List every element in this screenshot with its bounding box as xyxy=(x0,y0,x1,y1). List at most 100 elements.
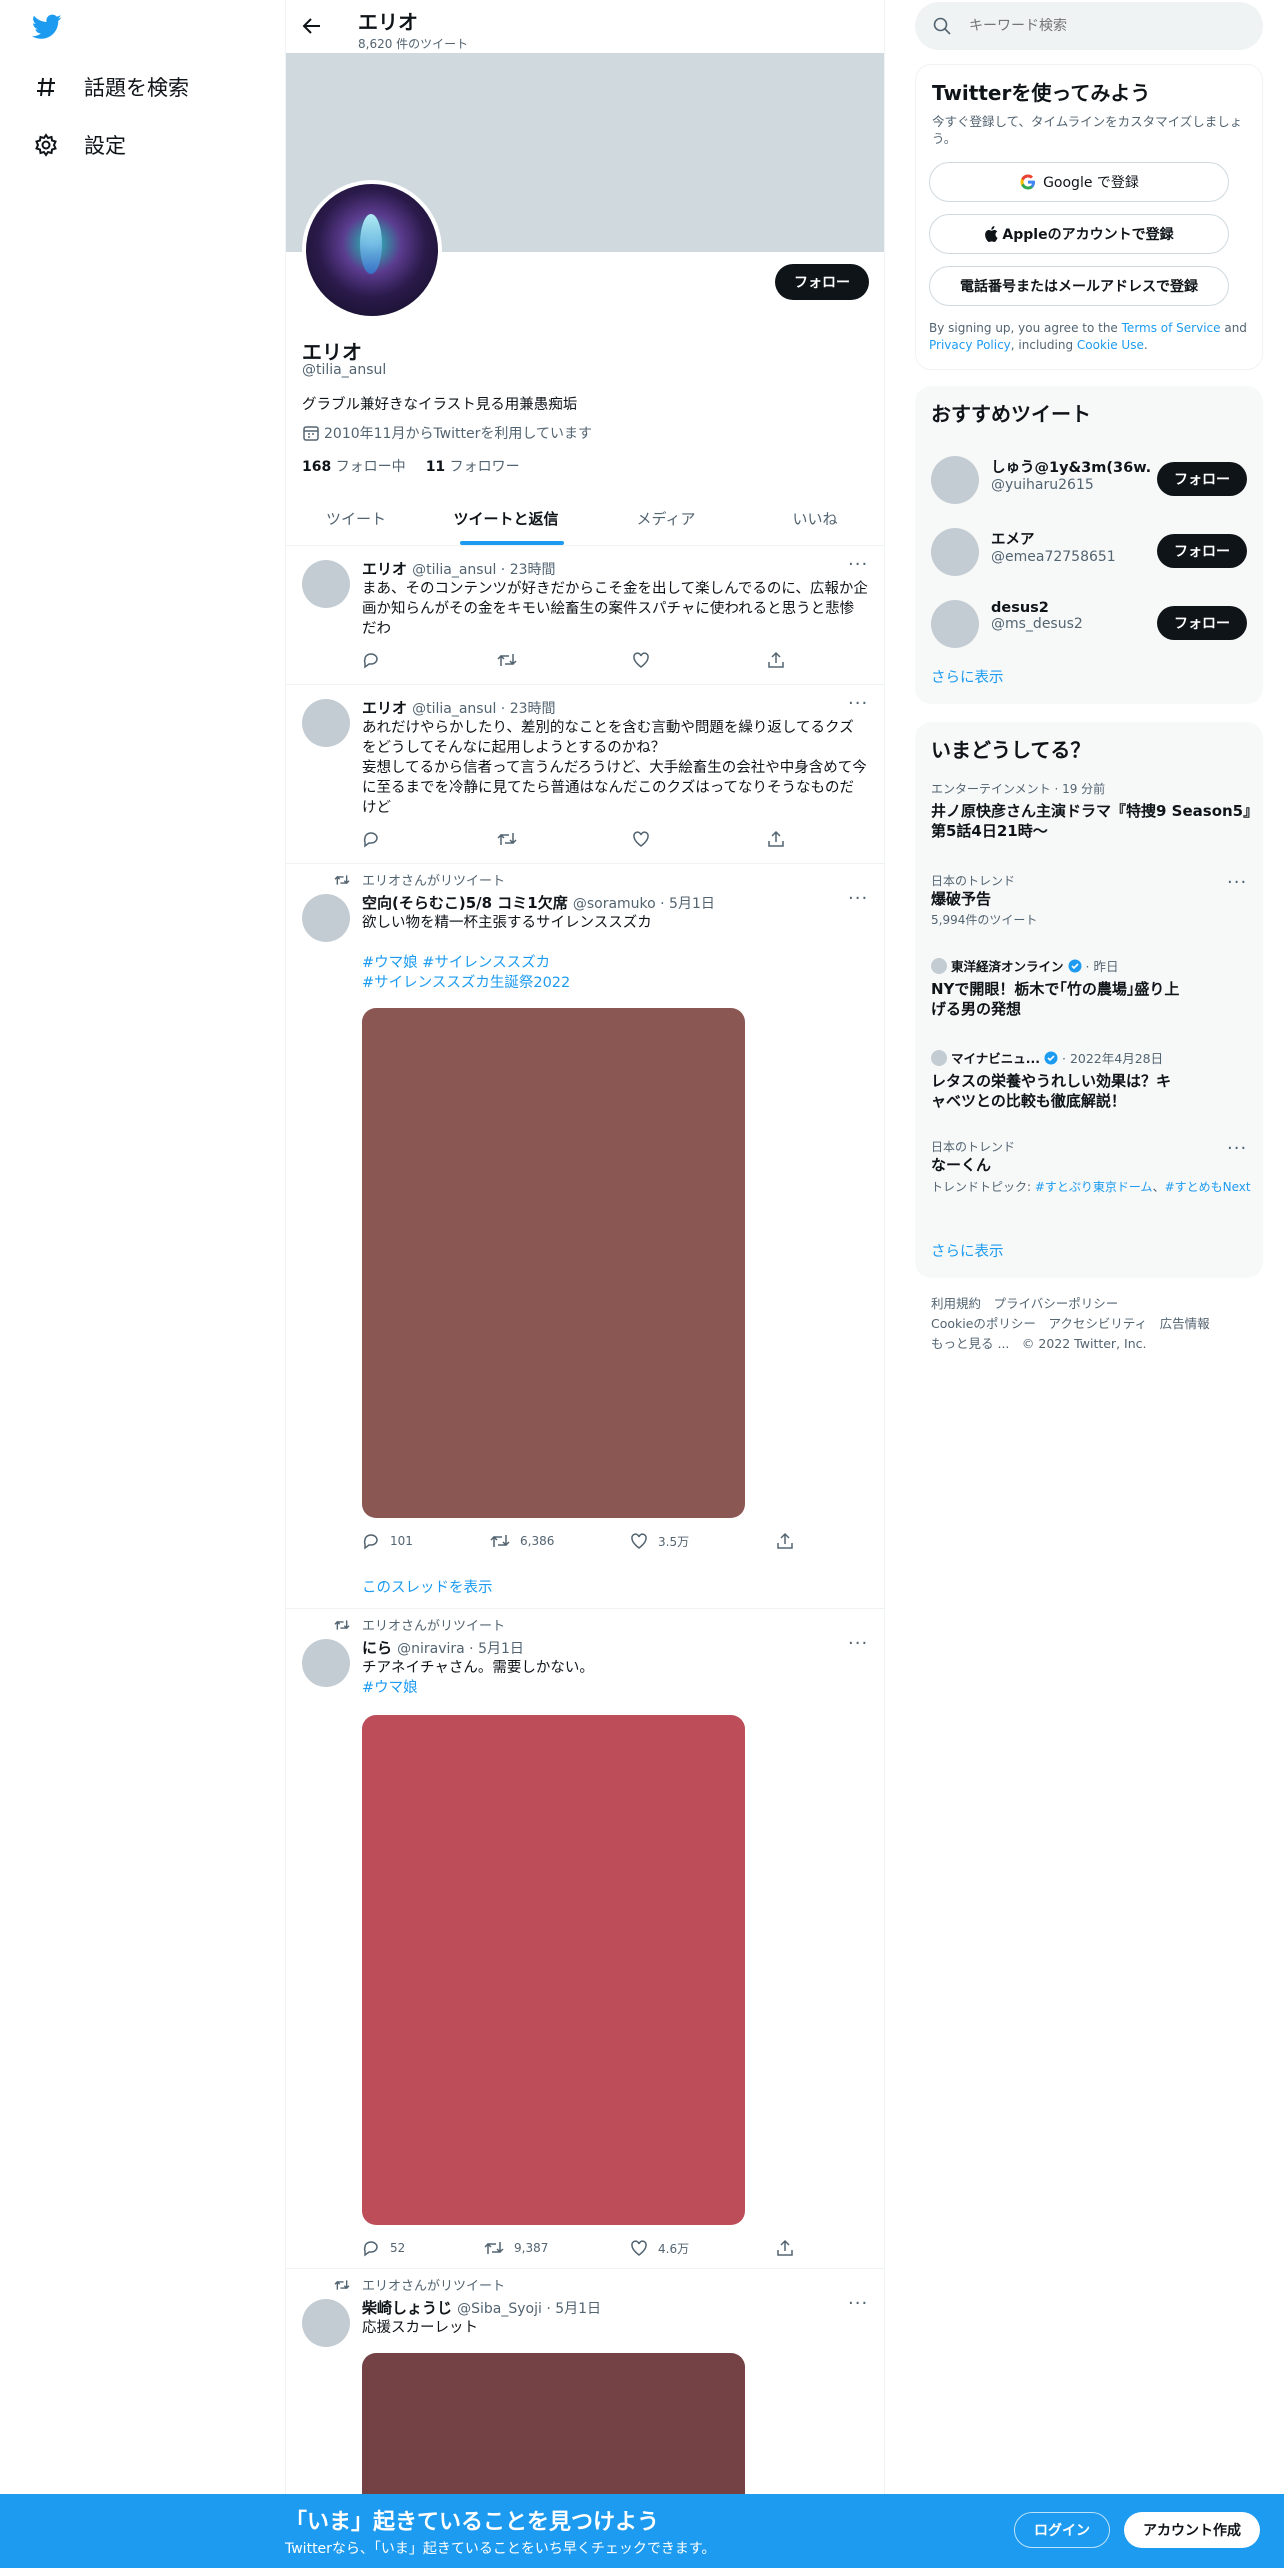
retweet-button[interactable] xyxy=(497,830,632,848)
more-icon[interactable]: ··· xyxy=(848,1633,868,1654)
avatar[interactable] xyxy=(302,560,350,608)
trend-item[interactable]: エンターテインメント · 19 分前 井ノ原快彦さん主演ドラマ『特捜9 Seas… xyxy=(931,780,1251,841)
signup-legal: By signing up, you agree to the Terms of… xyxy=(929,321,1247,352)
create-account-button[interactable]: アカウント作成 xyxy=(1124,2512,1260,2548)
tweet-author-name[interactable]: エリオ xyxy=(362,560,407,578)
more-icon[interactable]: ··· xyxy=(848,693,868,714)
avatar[interactable] xyxy=(302,894,350,942)
tweet-media[interactable] xyxy=(362,1008,745,1518)
terms-link[interactable]: 利用規約 xyxy=(931,1296,981,1311)
tweet-text: チアネイチャさん。需要しかない。 xyxy=(362,1660,594,1676)
privacy-link[interactable]: Privacy Policy xyxy=(929,338,1011,352)
following-link[interactable]: 168 フォロー中 xyxy=(302,456,406,476)
more-icon[interactable]: ··· xyxy=(848,2293,868,2314)
search-input[interactable] xyxy=(969,18,1249,34)
search-box[interactable] xyxy=(915,2,1263,50)
who-user-name[interactable]: desus2 xyxy=(991,600,1151,616)
cookie-link[interactable]: Cookieのポリシー xyxy=(931,1316,1036,1331)
share-button[interactable] xyxy=(776,1532,794,1550)
more-icon[interactable]: ··· xyxy=(848,888,868,909)
avatar[interactable] xyxy=(302,1639,350,1687)
share-button[interactable] xyxy=(776,2239,794,2257)
news-item[interactable]: 東洋経済オンライン · 昨日 NYで開眼！栃木で｢竹の農場｣盛り上げる男の発想 xyxy=(931,956,1251,1019)
who-user-name[interactable]: エメア xyxy=(991,528,1151,549)
tab-media[interactable]: メディア xyxy=(586,494,746,545)
tweet[interactable]: エリオさんがリツイート 柴崎しょうじ @Siba_Syoji · 5月1日 応援… xyxy=(286,2269,884,2553)
tweet[interactable]: エリオさんがリツイート 空向(そらむこ)5/8 コミ1欠席 @soramuko … xyxy=(286,864,884,1609)
cookie-link[interactable]: Cookie Use xyxy=(1077,338,1144,352)
tweet-media[interactable] xyxy=(362,1715,745,2225)
ads-info-link[interactable]: 広告情報 xyxy=(1160,1316,1210,1331)
phone-email-signup-button[interactable]: 電話番号またはメールアドレスで登録 xyxy=(929,266,1229,306)
retweet-button[interactable]: 9,387 xyxy=(484,2239,630,2257)
who-follow-button[interactable]: フォロー xyxy=(1157,606,1247,640)
reply-button[interactable] xyxy=(362,651,497,669)
trend-item[interactable]: 日本のトレンド なーくん トレンドトピック: #すとぷり東京ドーム、#すとめもN… xyxy=(931,1138,1251,1195)
tweet[interactable]: エリオさんがリツイート にら @niravira · 5月1日 チアネイチャさん… xyxy=(286,1609,884,2269)
trend-item[interactable]: 日本のトレンド 爆破予告 5,994件のツイート xyxy=(931,872,1251,928)
more-icon[interactable]: ··· xyxy=(1227,872,1247,893)
more-icon[interactable]: ··· xyxy=(848,554,868,575)
tweet[interactable]: エリオ @tilia_ansul · 23時間 まあ、そのコンテンツが好きだから… xyxy=(286,546,884,685)
tweet-author-name[interactable]: 柴崎しょうじ xyxy=(362,2299,452,2317)
tweet-hashtags[interactable]: #サイレンススズカ生誕祭2022 xyxy=(362,973,868,993)
avatar[interactable] xyxy=(931,456,979,504)
like-button[interactable]: 4.6万 xyxy=(630,2239,776,2257)
tweet-hashtags[interactable]: #ウマ娘 xyxy=(362,1678,868,1698)
reply-button[interactable]: 52 xyxy=(362,2239,484,2257)
tab-tweets-replies[interactable]: ツイートと返信 xyxy=(426,494,586,545)
tweet-meta: @soramuko · 5月1日 xyxy=(572,896,715,912)
apple-icon xyxy=(985,226,998,242)
who-user-name[interactable]: しゅう@1y&3m(36w... xyxy=(991,456,1151,477)
like-button[interactable] xyxy=(632,830,767,848)
trends-title: いまどうしてる？ xyxy=(931,738,1091,762)
retweet-icon xyxy=(497,833,517,845)
who-user-row[interactable]: しゅう@1y&3m(36w... @yuiharu2615 フォロー xyxy=(915,444,1263,516)
followers-link[interactable]: 11 フォロワー xyxy=(426,456,520,476)
avatar[interactable] xyxy=(931,600,979,648)
tweet-hashtags[interactable]: #ウマ娘 #サイレンススズカ xyxy=(362,953,868,973)
show-thread-link[interactable]: このスレッドを表示 xyxy=(362,1576,493,1597)
google-signup-button[interactable]: Google で登録 xyxy=(929,162,1229,202)
like-button[interactable] xyxy=(632,651,767,669)
who-follow-button[interactable]: フォロー xyxy=(1157,462,1247,496)
terms-link[interactable]: Terms of Service xyxy=(1122,321,1221,335)
nav-settings[interactable]: 設定 xyxy=(34,130,126,160)
more-link[interactable]: もっと見る ... xyxy=(931,1336,1009,1351)
signup-banner: 「いま」起きていることを見つけよう Twitterなら、「いま」起きていることを… xyxy=(0,2494,1284,2568)
who-follow-button[interactable]: フォロー xyxy=(1157,534,1247,568)
tweet-author-name[interactable]: 空向(そらむこ)5/8 コミ1欠席 xyxy=(362,894,568,912)
reply-button[interactable]: 101 xyxy=(362,1532,490,1550)
back-button[interactable] xyxy=(300,14,324,42)
share-button[interactable] xyxy=(767,830,785,848)
avatar[interactable] xyxy=(302,2299,350,2347)
tab-tweets[interactable]: ツイート xyxy=(286,494,426,545)
tweet-author-name[interactable]: にら xyxy=(362,1639,392,1657)
reply-button[interactable] xyxy=(362,830,497,848)
like-button[interactable]: 3.5万 xyxy=(630,1532,776,1550)
apple-signup-button[interactable]: Appleのアカウントで登録 xyxy=(929,214,1229,254)
avatar[interactable] xyxy=(302,699,350,747)
avatar[interactable] xyxy=(931,528,979,576)
who-show-more[interactable]: さらに表示 xyxy=(931,666,1004,687)
news-item[interactable]: マイナビニュ... · 2022年4月28日 レタスの栄養やうれしい効果は？キャ… xyxy=(931,1048,1251,1111)
privacy-link[interactable]: プライバシーポリシー xyxy=(994,1296,1119,1311)
share-button[interactable] xyxy=(767,651,785,669)
who-user-row[interactable]: エメア @emea72758651 フォロー xyxy=(915,516,1263,588)
tweet[interactable]: エリオ @tilia_ansul · 23時間 あれだけやらかしたり、差別的なこ… xyxy=(286,685,884,864)
retweet-button[interactable]: 6,386 xyxy=(490,1532,630,1550)
tab-likes[interactable]: いいね xyxy=(746,494,884,545)
follow-button[interactable]: フォロー xyxy=(775,264,869,300)
tweet-author-name[interactable]: エリオ xyxy=(362,699,407,717)
nav-explore[interactable]: 話題を検索 xyxy=(34,72,189,102)
twitter-logo-icon[interactable] xyxy=(31,14,62,44)
login-button[interactable]: ログイン xyxy=(1014,2512,1110,2548)
profile-bio: グラブル兼好きなイラスト見る用兼愚痴垢 xyxy=(302,397,578,413)
signup-panel: Twitterを使ってみよう 今すぐ登録して、タイムラインをカスタマイズしましょ… xyxy=(915,64,1263,370)
retweet-button[interactable] xyxy=(497,651,632,669)
more-icon[interactable]: ··· xyxy=(1227,1138,1247,1159)
who-user-row[interactable]: desus2 @ms_desus2 フォロー xyxy=(915,588,1263,660)
accessibility-link[interactable]: アクセシビリティ xyxy=(1048,1316,1147,1331)
profile-avatar[interactable] xyxy=(302,180,442,320)
trends-show-more[interactable]: さらに表示 xyxy=(931,1240,1004,1261)
